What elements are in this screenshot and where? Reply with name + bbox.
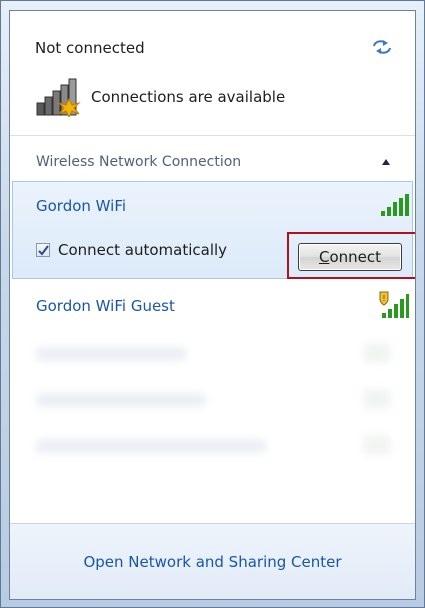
availability-row: Connections are available (35, 77, 285, 117)
connection-status-title: Not connected (35, 39, 145, 57)
connect-automatically-checkbox[interactable] (36, 243, 50, 257)
network-name[interactable]: Gordon WiFi (36, 197, 126, 215)
flyout-frame: Not connected Connections are available … (0, 0, 425, 608)
connect-automatically-label: Connect automatically (58, 241, 228, 259)
blurred-network-list (10, 341, 415, 471)
checkmark-icon (38, 245, 49, 256)
connect-automatically-row[interactable]: Connect automatically (36, 241, 227, 259)
refresh-arrows-icon[interactable] (371, 37, 393, 57)
chevron-up-icon[interactable] (381, 158, 391, 166)
footer: Open Network and Sharing Center (10, 523, 415, 599)
signal-bars-star-icon (36, 78, 81, 117)
network-item-gordon-wifi-guest[interactable]: Gordon WiFi Guest (36, 297, 175, 315)
divider (10, 135, 415, 136)
secured-signal-shield-icon: ! (379, 291, 409, 318)
svg-text:!: ! (382, 294, 385, 303)
connect-label-rest: onnect (329, 248, 382, 266)
network-flyout-panel: Not connected Connections are available … (9, 10, 416, 600)
availability-text: Connections are available (91, 88, 286, 106)
section-label: Wireless Network Connection (36, 154, 242, 170)
connect-accelerator: C (318, 248, 330, 266)
signal-strength-icon (381, 194, 409, 216)
open-network-sharing-center-link[interactable]: Open Network and Sharing Center (83, 553, 341, 571)
wireless-section-header[interactable]: Wireless Network Connection (10, 147, 415, 177)
connect-button[interactable]: Connect (298, 243, 402, 271)
